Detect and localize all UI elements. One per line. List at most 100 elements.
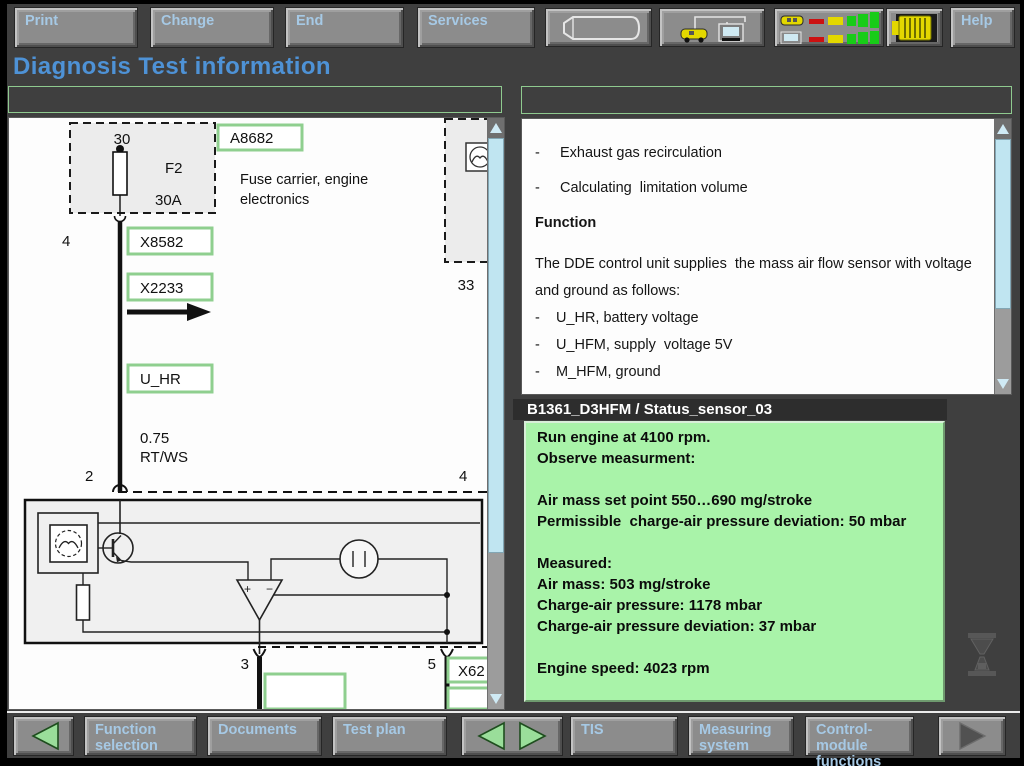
status-line: Observe measurment: [537,448,932,469]
scroll-up-icon [490,123,502,133]
diagram-scroll-down-button[interactable] [488,688,504,709]
document-scrollbar-thumb[interactable] [995,139,1011,309]
opamp-plus: + [244,582,251,596]
scroll-down-icon [997,379,1009,389]
print-button-label: Print [15,8,137,29]
resistor-symbol [77,585,90,620]
vehicle-link-icon [665,12,759,44]
status-line [537,532,932,553]
connector-x62-label: X62 [458,663,485,680]
pin-3-label: 3 [241,656,249,673]
left-panel-header: Hot-film mass air flow sensor [8,86,502,113]
status-indicators-icon [779,12,879,44]
diagram-scroll-up-button[interactable] [488,118,504,138]
terminal-30-label: 30 [114,131,131,148]
end-button[interactable]: End [285,7,404,48]
doc-line: - Calculating limitation volume [535,175,990,202]
measuring-system-button[interactable]: Measuring system [688,716,794,756]
status-line [537,637,932,658]
opamp-minus: − [266,582,273,596]
status-line: Charge-air pressure deviation: 37 mbar [537,616,932,637]
doc-line: Function [535,210,990,237]
arrow-right-disabled-icon [952,720,992,752]
wire-gauge-label: 0.75 [140,430,169,447]
connector-a8682-label: A8682 [230,130,273,147]
fuse-symbol [113,152,127,195]
fan-component-box [445,119,487,262]
doc-line: - M_HFM, ground [535,359,990,386]
scroll-up-icon [997,124,1009,134]
control-module-functions-label: Control-module functions [806,717,913,766]
status-line: Air mass: 503 mg/stroke [537,574,932,595]
signal-uhr-label: U_HR [140,371,181,388]
status-line: Air mass set point 550…690 mg/stroke [537,490,932,511]
fuse-rating-label: 30A [155,192,182,209]
doc-line: - U_HR, battery voltage [535,305,990,332]
sensor-internal-box [25,500,482,643]
doc-line: - U_HFM, supply voltage 5V [535,332,990,359]
tis-label: TIS [571,717,677,738]
services-button[interactable]: Services [417,7,535,48]
fuse-carrier-caption-2: electronics [240,192,309,208]
function-selection-label: Function selection [85,717,196,754]
connector-box-x62b [448,688,487,709]
measurement-result-box: Run engine at 4100 rpm.Observe measurmen… [524,421,945,702]
wire-color-label: RT/WS [140,449,188,466]
help-button-label: Help [951,8,1014,29]
change-button[interactable]: Change [150,7,274,48]
motor-symbol [340,540,378,578]
hourglass-busy-icon [963,631,1001,678]
memory-cylinder-icon [551,13,646,43]
page-nav-button[interactable] [461,716,563,756]
control-module-functions-button[interactable]: Control-module functions [805,716,914,756]
status-line: Measured: [537,553,932,574]
change-button-label: Change [151,8,273,29]
nav-back-button[interactable] [13,716,74,756]
fuse-carrier-caption-1: Fuse carrier, engine [240,172,368,188]
pin-4-left-label: 4 [62,233,70,250]
arrow-left-icon [24,720,64,752]
print-button[interactable]: Print [14,7,138,48]
document-text: - Exhaust gas recirculation - Calculating… [523,120,990,412]
pin-2-label: 2 [85,468,93,485]
diagram-scrollbar-thumb[interactable] [488,138,504,553]
document-scroll-down-button[interactable] [995,373,1011,394]
arrows-left-right-icon [468,720,556,752]
documents-button[interactable]: Documents [207,716,322,756]
nav-forward-button[interactable] [938,716,1006,756]
memory-cylinder-button[interactable] [545,8,652,47]
diagram-scrollbar [487,118,504,709]
status-line [537,469,932,490]
connector-x2233-label: X2233 [140,280,183,297]
right-panel-header: Mass Air Flow Sensor DDE 4.0 [521,86,1012,114]
services-button-label: Services [418,8,534,29]
tis-button[interactable]: TIS [570,716,678,756]
status-line: Run engine at 4100 rpm. [537,427,932,448]
status-indicators-button[interactable] [774,8,884,47]
pin-5-label: 5 [428,656,436,673]
end-button-label: End [286,8,403,29]
vehicle-link-button[interactable] [659,8,765,47]
doc-line: and ground as follows: [535,278,990,305]
pin-5-terminal [441,649,453,657]
wiring-diagram: 30 F2 30A A8682 Fuse carrier, engine ele… [9,118,487,709]
dis-screen: Print Change End Services [0,0,1024,766]
test-plan-button[interactable]: Test plan [332,716,447,756]
status-line: Charge-air pressure: 1178 mbar [537,595,932,616]
function-selection-button[interactable]: Function selection [84,716,197,756]
connector-plug-button[interactable] [886,8,943,47]
document-scroll-up-button[interactable] [995,119,1011,139]
doc-line: - Exhaust gas recirculation [535,140,990,167]
page-title: Diagnosis Test information [13,53,331,81]
status-line: Permissible charge-air pressure deviatio… [537,511,932,532]
pin-4-right-label: 4 [459,468,467,485]
connector-x8582-label: X8582 [140,234,183,251]
toolbar-separator [7,711,1020,713]
wire-hook-top [115,216,126,222]
doc-line: The DDE control unit supplies the mass a… [535,251,990,278]
measuring-system-label: Measuring system [689,717,793,754]
help-button[interactable]: Help [950,7,1015,48]
fuse-carrier-box [70,123,215,213]
document-scrollbar [994,119,1011,394]
test-plan-label: Test plan [333,717,446,738]
